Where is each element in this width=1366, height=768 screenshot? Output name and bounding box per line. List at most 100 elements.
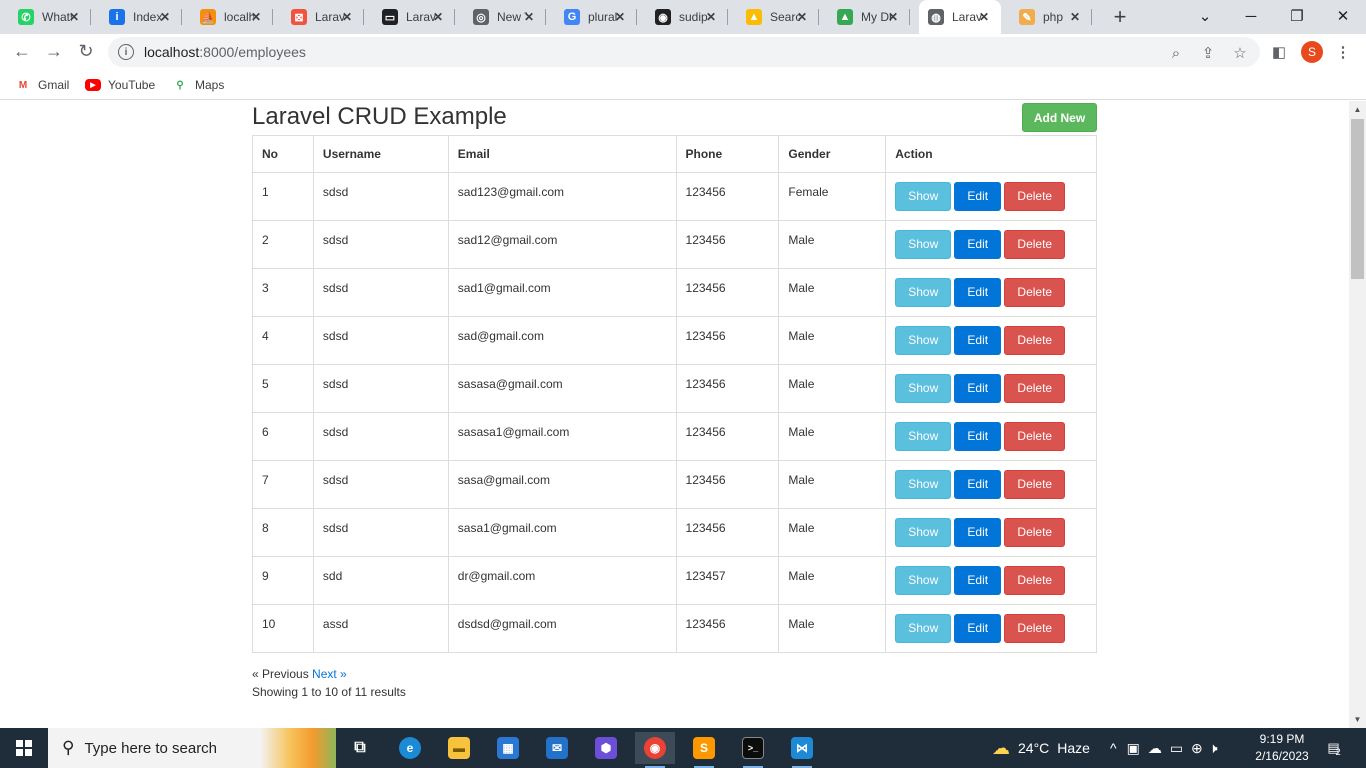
close-tab-icon[interactable]: ✕ xyxy=(885,9,901,25)
menu-kebab-icon[interactable]: ⋮ xyxy=(1334,43,1352,61)
taskbar-mail[interactable]: ✉ xyxy=(537,732,577,764)
forward-button[interactable]: → xyxy=(40,37,68,65)
delete-button[interactable]: Delete xyxy=(1004,614,1066,643)
taskbar-terminal[interactable]: >_ xyxy=(733,732,773,768)
browser-tab[interactable]: ✆WhatsApp✕ xyxy=(9,0,91,34)
browser-tab[interactable]: ◎New Tab✕ xyxy=(464,0,546,34)
show-button[interactable]: Show xyxy=(895,326,952,355)
address-url[interactable]: localhost:8000/employees xyxy=(144,44,306,60)
volume-icon[interactable]: 🕨 xyxy=(1209,740,1218,757)
edit-button[interactable]: Edit xyxy=(954,422,1002,451)
edit-button[interactable]: Edit xyxy=(954,518,1002,547)
share-icon[interactable]: ⇪ xyxy=(1199,44,1217,62)
browser-tab[interactable]: i Index ✕ xyxy=(100,0,182,34)
delete-button[interactable]: Delete xyxy=(1004,278,1066,307)
close-tab-icon[interactable]: ✕ xyxy=(66,9,82,25)
new-tab-button[interactable]: + xyxy=(1108,4,1132,29)
taskbar-chrome[interactable]: ◉ xyxy=(635,732,675,768)
show-button[interactable]: Show xyxy=(895,518,952,547)
show-button[interactable]: Show xyxy=(895,278,952,307)
edit-button[interactable]: Edit xyxy=(954,230,1002,259)
delete-button[interactable]: Delete xyxy=(1004,374,1066,403)
edit-button[interactable]: Edit xyxy=(954,278,1002,307)
browser-tab[interactable]: ⊠Laravel✕ xyxy=(282,0,364,34)
notification-center-button[interactable]: ▤ 2 xyxy=(1322,737,1346,759)
browser-tab[interactable]: ▲My Drive✕ xyxy=(828,0,910,34)
taskbar-store[interactable]: ▦ xyxy=(488,732,528,764)
scroll-down-arrow-icon[interactable]: ▼ xyxy=(1349,711,1366,728)
delete-button[interactable]: Delete xyxy=(1004,326,1066,355)
tab-search-button[interactable]: ⌄ xyxy=(1182,0,1228,32)
battery-icon[interactable]: ▭ xyxy=(1170,740,1183,757)
taskbar-search-box[interactable]: ⚲ Type here to search xyxy=(48,728,336,768)
taskbar-edge[interactable]: e xyxy=(390,732,430,764)
browser-tab[interactable]: ▲Search✕ xyxy=(737,0,819,34)
edit-button[interactable]: Edit xyxy=(954,614,1002,643)
close-tab-icon[interactable]: ✕ xyxy=(612,9,628,25)
site-info-icon[interactable]: i xyxy=(118,44,134,60)
minimize-button[interactable]: ─ xyxy=(1228,0,1274,32)
meet-now-icon[interactable]: ▣ xyxy=(1127,740,1140,757)
task-view-button[interactable]: ⧉ xyxy=(340,732,380,764)
show-button[interactable]: Show xyxy=(895,374,952,403)
taskbar-file-explorer[interactable]: ▬ xyxy=(439,732,479,764)
close-tab-icon[interactable]: ✕ xyxy=(157,9,173,25)
start-button[interactable] xyxy=(0,728,48,768)
delete-button[interactable]: Delete xyxy=(1004,470,1066,499)
show-button[interactable]: Show xyxy=(895,614,952,643)
browser-tab[interactable]: ✎ php ✕ xyxy=(1010,0,1092,34)
add-new-button[interactable]: Add New xyxy=(1022,103,1097,132)
address-bar[interactable]: i localhost:8000/employees ⌕ ⇪ ☆ xyxy=(108,37,1260,67)
browser-tab[interactable]: ◍Laravel✕ xyxy=(919,0,1001,34)
back-button[interactable]: ← xyxy=(8,37,36,65)
delete-button[interactable]: Delete xyxy=(1004,518,1066,547)
delete-button[interactable]: Delete xyxy=(1004,422,1066,451)
edit-button[interactable]: Edit xyxy=(954,182,1002,211)
onedrive-cloud-icon[interactable]: ☁ xyxy=(1148,740,1162,757)
taskbar-clock[interactable]: 9:19 PM 2/16/2023 xyxy=(1250,731,1314,765)
close-tab-icon[interactable]: ✕ xyxy=(976,9,992,25)
browser-tab[interactable]: ⛵localhost✕ xyxy=(191,0,273,34)
page-scrollbar[interactable]: ▲ ▼ xyxy=(1349,101,1366,728)
bookmark-youtube[interactable]: ▶ YouTube xyxy=(85,76,155,94)
close-tab-icon[interactable]: ✕ xyxy=(430,9,446,25)
bookmark-star-icon[interactable]: ☆ xyxy=(1231,44,1249,62)
taskbar-copilot[interactable]: ⬢ xyxy=(586,732,626,764)
show-button[interactable]: Show xyxy=(895,422,952,451)
show-button[interactable]: Show xyxy=(895,230,952,259)
close-tab-icon[interactable]: ✕ xyxy=(703,9,719,25)
browser-tab[interactable]: ◉ sudip ✕ xyxy=(646,0,728,34)
taskbar-sublime[interactable]: S xyxy=(684,732,724,768)
restore-button[interactable]: ❐ xyxy=(1274,0,1320,32)
edit-button[interactable]: Edit xyxy=(954,566,1002,595)
close-tab-icon[interactable]: ✕ xyxy=(248,9,264,25)
show-button[interactable]: Show xyxy=(895,182,952,211)
close-tab-icon[interactable]: ✕ xyxy=(339,9,355,25)
close-tab-icon[interactable]: ✕ xyxy=(521,9,537,25)
close-tab-icon[interactable]: ✕ xyxy=(794,9,810,25)
show-button[interactable]: Show xyxy=(895,566,952,595)
delete-button[interactable]: Delete xyxy=(1004,566,1066,595)
network-globe-icon[interactable]: ⊕ xyxy=(1191,740,1203,757)
show-button[interactable]: Show xyxy=(895,470,952,499)
browser-tab[interactable]: Gplural ✕ xyxy=(555,0,637,34)
edit-button[interactable]: Edit xyxy=(954,470,1002,499)
edit-button[interactable]: Edit xyxy=(954,374,1002,403)
bookmark-gmail[interactable]: M Gmail xyxy=(15,76,70,94)
close-tab-icon[interactable]: ✕ xyxy=(1067,9,1083,25)
taskbar-vscode[interactable]: ⋈ xyxy=(782,732,822,768)
edit-button[interactable]: Edit xyxy=(954,326,1002,355)
browser-tab[interactable]: ▭Laravel✕ xyxy=(373,0,455,34)
delete-button[interactable]: Delete xyxy=(1004,230,1066,259)
weather-widget[interactable]: ☁ 24°C Haze xyxy=(992,728,1090,768)
chevron-up-icon[interactable]: ^ xyxy=(1110,740,1117,756)
reload-button[interactable]: ↻ xyxy=(72,37,100,65)
side-panel-icon[interactable]: ◧ xyxy=(1270,43,1288,61)
scroll-up-arrow-icon[interactable]: ▲ xyxy=(1349,101,1366,118)
delete-button[interactable]: Delete xyxy=(1004,182,1066,211)
bookmark-maps[interactable]: ⚲ Maps xyxy=(172,76,224,94)
scrollbar-thumb[interactable] xyxy=(1351,119,1364,279)
pagination-next-link[interactable]: Next » xyxy=(312,667,347,681)
profile-avatar[interactable]: S xyxy=(1301,41,1323,63)
zoom-icon[interactable]: ⌕ xyxy=(1167,44,1185,62)
